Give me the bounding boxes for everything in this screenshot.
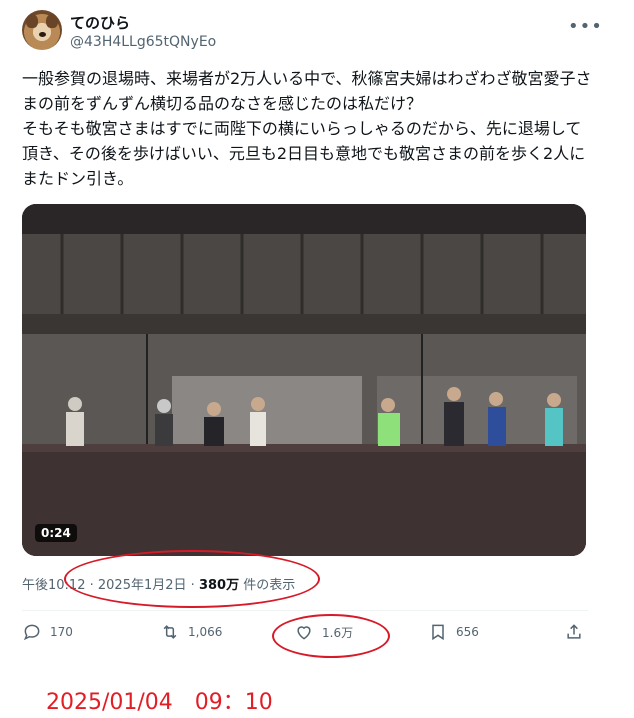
- tweet-time[interactable]: 午後10:12: [22, 578, 85, 593]
- dog-ear-right: [46, 14, 58, 28]
- annotation-stamp: 2025/01/04 09：10: [46, 690, 273, 715]
- author-handle[interactable]: @43H4LLg65tQNyEo: [70, 34, 216, 50]
- video-frame: [22, 204, 586, 556]
- tweet-actions: 170 1,066 1.6万 656: [22, 622, 588, 650]
- tweet-date[interactable]: 2025年1月2日: [98, 578, 187, 593]
- video-duration: 0:24: [35, 524, 77, 542]
- reply-count: 170: [50, 625, 73, 639]
- bookmark-button[interactable]: 656: [428, 622, 479, 642]
- reply-icon: [23, 624, 40, 641]
- reply-button[interactable]: 170: [22, 622, 73, 642]
- share-icon: [567, 624, 581, 639]
- like-icon: [297, 626, 311, 640]
- meta-separator-2: ·: [190, 578, 195, 593]
- tweet-meta: 午後10:12 · 2025年1月2日 · 380万 件の表示: [22, 574, 295, 593]
- share-button[interactable]: [564, 622, 584, 642]
- tweet-text: 一般参賀の退場時、来場者が2万人いる中で、秋篠宮夫婦はわざわざ敬宮愛子さまの前を…: [22, 69, 592, 188]
- bookmark-icon: [432, 624, 444, 641]
- retweet-icon: [163, 625, 177, 639]
- bookmark-count: 656: [456, 625, 479, 639]
- dog-ear-left: [26, 14, 38, 28]
- video-player[interactable]: [22, 204, 586, 556]
- avatar[interactable]: [22, 10, 62, 50]
- like-count: 1.6万: [322, 625, 354, 640]
- meta-separator: ·: [89, 578, 94, 593]
- retweet-button[interactable]: 1,066: [160, 622, 222, 642]
- more-horizontal-icon[interactable]: •••: [568, 16, 603, 37]
- tweet-card: てのひら @43H4LLg65tQNyEo ••• 一般参賀の退場時、来場者が2…: [0, 0, 610, 660]
- views-count: 380万: [198, 578, 240, 593]
- divider: [22, 610, 588, 611]
- views-label: 件の表示: [243, 578, 296, 593]
- dog-nose: [39, 32, 46, 37]
- retweet-count: 1,066: [188, 625, 223, 639]
- like-button[interactable]: 1.6万: [294, 622, 353, 642]
- author-display-name[interactable]: てのひら: [70, 12, 130, 33]
